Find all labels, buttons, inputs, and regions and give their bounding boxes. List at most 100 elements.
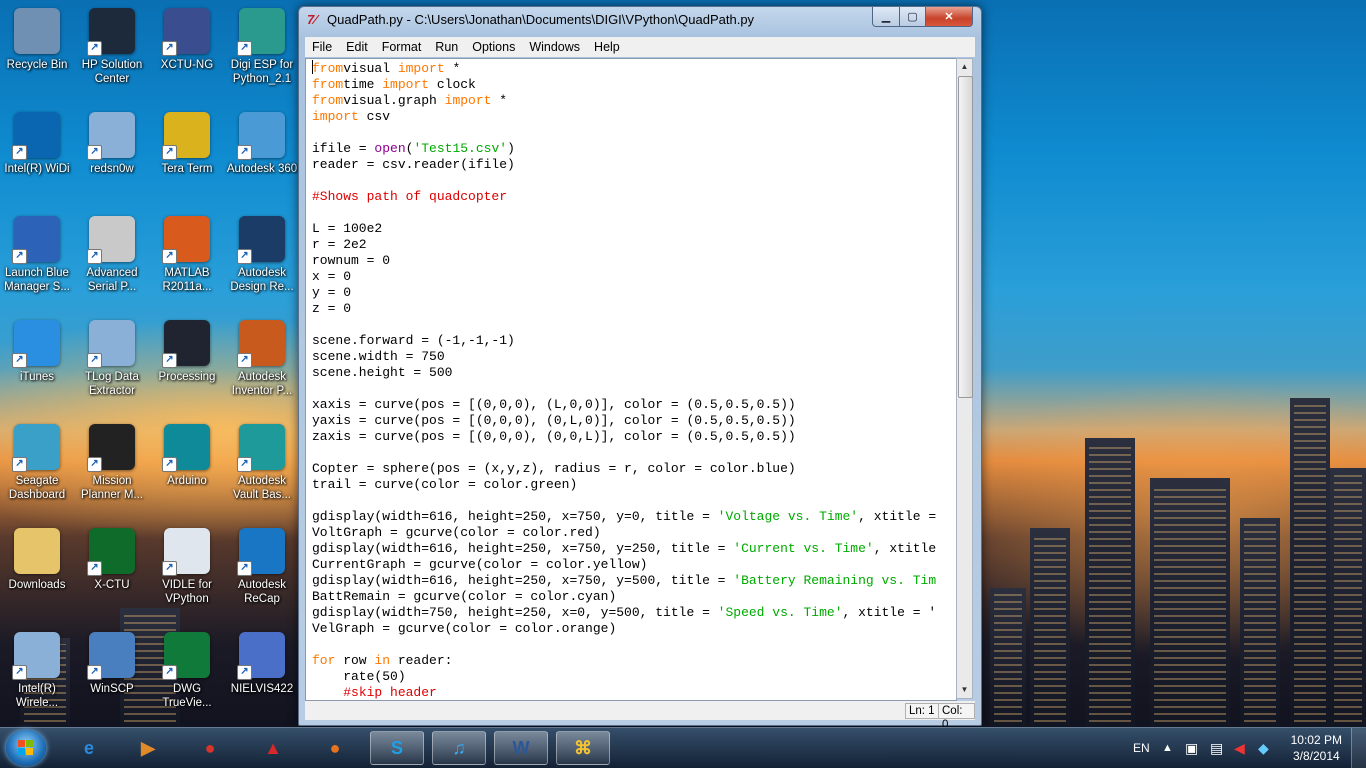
idle-editor-window[interactable]: 7⁄ QuadPath.py - C:\Users\Jonathan\Docum… <box>298 6 982 731</box>
title-bar[interactable]: 7⁄ QuadPath.py - C:\Users\Jonathan\Docum… <box>299 7 981 35</box>
window-app-icon: ↗ <box>87 320 135 368</box>
menu-options[interactable]: Options <box>465 40 522 54</box>
shortcut-arrow-icon: ↗ <box>237 249 252 264</box>
desktop-icon[interactable]: ↗ Autodesk Design Re... <box>226 216 298 294</box>
scroll-down-arrow-icon[interactable]: ▼ <box>957 682 972 698</box>
code-line: fromvisual import * <box>312 60 956 77</box>
desktop-icon[interactable]: ↗ HP Solution Center <box>76 8 148 86</box>
code-text[interactable]: fromvisual import * fromtime import clock… <box>306 59 956 700</box>
menu-run[interactable]: Run <box>428 40 465 54</box>
bluetooth-tower-icon: ↗ <box>12 216 60 264</box>
desktop-icon[interactable]: ↗ Digi ESP for Python_2.1 <box>226 8 298 86</box>
tray-show-hidden-icon[interactable]: ▲ <box>1162 728 1173 768</box>
code-token: trail = curve(color = color.green) <box>312 477 578 492</box>
serial-port-icon: ↗ <box>87 216 135 264</box>
desktop-icon[interactable]: ↗ Seagate Dashboard <box>1 424 73 502</box>
vertical-scrollbar[interactable]: ▲ ▼ <box>956 58 973 699</box>
dropbox-icon[interactable]: ◆ <box>1258 728 1269 768</box>
desktop-icon[interactable]: ↗ Mission Planner M... <box>76 424 148 502</box>
desktop-icon-label: Digi ESP for Python_2.1 <box>230 59 294 85</box>
shortcut-arrow-icon: ↗ <box>12 457 27 472</box>
desktop-icon[interactable]: ↗ Intel(R) Wirele... <box>1 632 73 710</box>
widi-icon: ↗ <box>12 112 60 160</box>
firefox-icon[interactable]: ● <box>308 731 362 765</box>
code-line: r = 2e2 <box>312 237 956 253</box>
desktop-icon[interactable]: ↗ TLog Data Extractor <box>76 320 148 398</box>
matlab-icon: ↗ <box>162 216 210 264</box>
shortcut-arrow-icon: ↗ <box>162 353 177 368</box>
menu-help[interactable]: Help <box>587 40 627 54</box>
desktop-icon-label: Mission Planner M... <box>81 475 143 501</box>
desktop-icon[interactable]: ↗ MATLAB R2011a... <box>151 216 223 294</box>
network-icon[interactable]: ▤ <box>1210 728 1223 768</box>
desktop-icon[interactable]: ↗ Processing <box>151 320 223 384</box>
desktop-icon[interactable]: ↗ Autodesk ReCap <box>226 528 298 606</box>
code-token: * <box>491 93 508 108</box>
pin-icon[interactable]: ▲ <box>246 731 300 765</box>
desktop-icon[interactable]: ↗ iTunes <box>1 320 73 384</box>
desktop-icon[interactable]: ↗ NIELVIS422 <box>226 632 298 696</box>
tray-device-icon[interactable]: ▣ <box>1185 728 1198 768</box>
desktop-icon[interactable]: ↗ XCTU-NG <box>151 8 223 72</box>
menu-windows[interactable]: Windows <box>522 40 587 54</box>
desktop-icon[interactable]: ↗ Arduino <box>151 424 223 488</box>
desktop-icon[interactable]: ↗ Autodesk 360 <box>226 112 298 176</box>
desktop-icon[interactable]: ↗ DWG TrueVie... <box>151 632 223 710</box>
scroll-up-arrow-icon[interactable]: ▲ <box>957 59 972 75</box>
desktop-icon[interactable]: ↗ redsn0w <box>76 112 148 176</box>
desktop-icon[interactable]: ↗ Autodesk Inventor P... <box>226 320 298 398</box>
internet-explorer-icon[interactable]: e <box>62 731 116 765</box>
desktop-icon[interactable]: ↗ Intel(R) WiDi <box>1 112 73 176</box>
code-token: 'Battery Remaining vs. Tim <box>733 573 937 588</box>
desktop-icon[interactable]: ↗ VIDLE for VPython <box>151 528 223 606</box>
shortcut-arrow-icon: ↗ <box>162 145 177 160</box>
code-token: , xtitle <box>873 541 937 556</box>
code-token: 'Current vs. Time' <box>733 541 874 556</box>
menu-file[interactable]: File <box>305 40 339 54</box>
shortcut-arrow-icon: ↗ <box>87 457 102 472</box>
code-line: VoltGraph = gcurve(color = color.red) <box>312 525 956 541</box>
code-line: x = 0 <box>312 269 956 285</box>
maximize-button[interactable]: ▢ <box>899 7 926 27</box>
menu-format[interactable]: Format <box>375 40 429 54</box>
desktop-icon[interactable]: ↗ WinSCP <box>76 632 148 696</box>
hp-icon: ↗ <box>87 8 135 56</box>
shortcut-arrow-icon: ↗ <box>12 353 27 368</box>
chrome-icon[interactable]: ● <box>183 731 237 765</box>
code-token: x = 0 <box>312 269 352 284</box>
scroll-thumb[interactable] <box>958 76 973 398</box>
menu-edit[interactable]: Edit <box>339 40 375 54</box>
code-editor[interactable]: fromvisual import * fromtime import clock… <box>305 58 957 701</box>
desktop-icon[interactable]: ↗ Autodesk Vault Bas... <box>226 424 298 502</box>
code-line: gdisplay(width=616, height=250, x=750, y… <box>312 573 956 589</box>
desktop-icon[interactable]: ↗ Advanced Serial P... <box>76 216 148 294</box>
code-token: scene.forward = (-1,-1,-1) <box>312 333 515 348</box>
shortcut-arrow-icon: ↗ <box>87 249 102 264</box>
system-clock[interactable]: 10:02 PM 3/8/2014 <box>1291 732 1342 764</box>
code-token: ) <box>507 141 515 156</box>
close-button[interactable]: ✕ <box>925 7 973 27</box>
desktop-icon[interactable]: ↗ Tera Term <box>151 112 223 176</box>
code-token: y = 0 <box>312 285 352 300</box>
desktop-icon[interactable]: ↗ X-CTU <box>76 528 148 592</box>
desktop-icon[interactable]: ↗ Launch Blue Manager S... <box>1 216 73 294</box>
code-token: import <box>312 109 359 124</box>
python-idle-icon[interactable]: ⌘ <box>556 731 610 765</box>
show-desktop-button[interactable] <box>1351 728 1366 768</box>
line-indicator: Ln: 1 <box>905 703 939 719</box>
desktop-icon[interactable]: Downloads <box>1 528 73 592</box>
word-icon[interactable]: W <box>494 731 548 765</box>
start-button[interactable] <box>6 730 46 766</box>
itunes-icon[interactable]: ♫ <box>432 731 486 765</box>
minimize-button[interactable]: ▁ <box>872 7 900 27</box>
language-indicator[interactable]: EN <box>1133 728 1150 768</box>
volume-muted-icon[interactable]: ◀ <box>1234 728 1245 768</box>
desktop-icon[interactable]: Recycle Bin <box>1 8 73 72</box>
code-token: visual <box>343 61 398 76</box>
menu-bar: File Edit Format Run Options Windows Hel… <box>305 37 975 57</box>
media-player-icon[interactable]: ▶ <box>121 731 175 765</box>
skype-icon[interactable]: S <box>370 731 424 765</box>
xctu-icon: ↗ <box>162 8 210 56</box>
